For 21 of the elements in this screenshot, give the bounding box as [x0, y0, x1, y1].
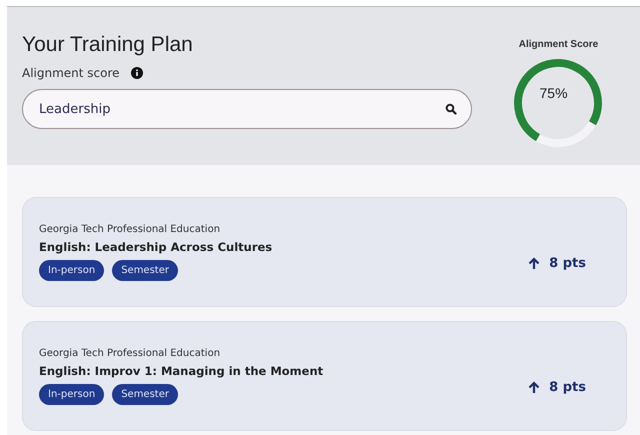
course-title: English: Improv 1: Managing in the Moment [39, 364, 324, 378]
course-card[interactable]: Georgia Tech Professional Education English: Improv 1: Managing in the Moment In-person Semester 8 pts [22, 321, 627, 431]
points-value: 8 pts [549, 380, 586, 394]
section-label: Alignment score [22, 66, 120, 80]
arrow-up-icon [528, 256, 540, 270]
search-icon[interactable] [445, 103, 457, 115]
course-card[interactable]: Georgia Tech Professional Education English: Leadership Across Cultures In-person Semester 8 pts [22, 197, 627, 307]
provider-name: Georgia Tech Professional Education [39, 224, 222, 234]
tag: Semester [112, 384, 178, 404]
course-title: English: Leadership Across Cultures [39, 240, 274, 254]
info-icon[interactable] [130, 67, 143, 79]
arrow-up-icon [528, 380, 540, 394]
provider-name: Georgia Tech Professional Education [39, 348, 222, 358]
tag: In-person [39, 384, 104, 404]
points-value: 8 pts [549, 256, 586, 270]
tag: Semester [112, 260, 178, 280]
score-label: Alignment Score [518, 39, 598, 50]
page-title: Your Training Plan [22, 33, 194, 57]
tag: In-person [39, 260, 104, 280]
search-field[interactable]: Leadership [22, 89, 472, 129]
score-value: 75% [540, 85, 568, 101]
